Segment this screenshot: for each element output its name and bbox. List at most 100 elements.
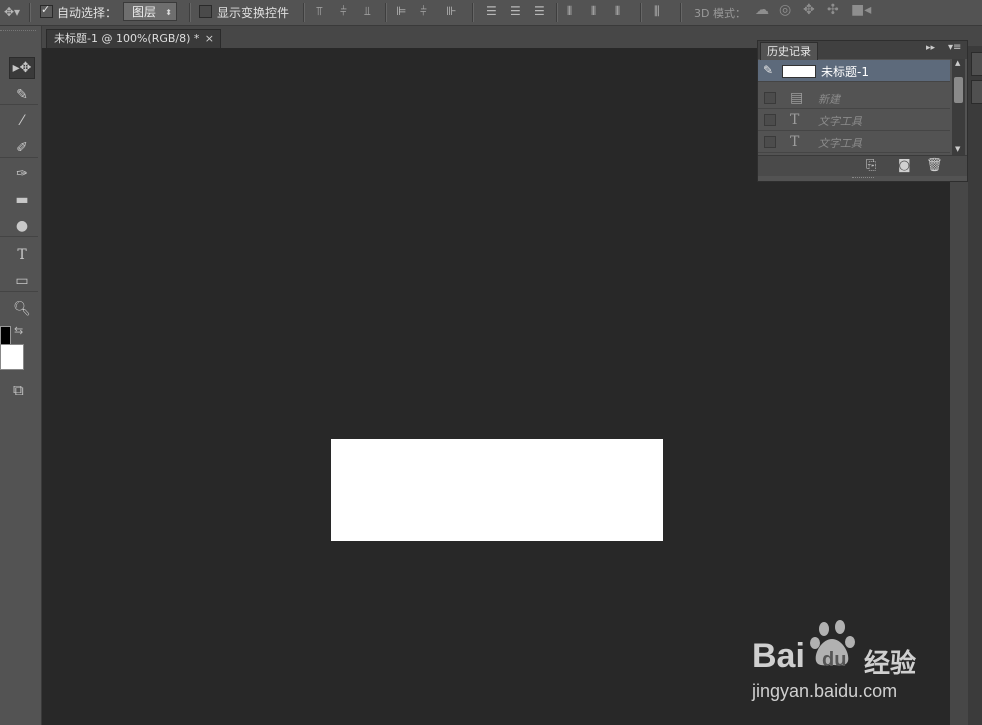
screen-mode-icon[interactable]: ⧉ — [13, 381, 24, 399]
zoom-tool[interactable]: 🔍︎ — [9, 298, 35, 320]
new-document-from-state-icon[interactable]: ⎘ — [866, 158, 876, 173]
distribute-left-icon[interactable]: ⫴ — [567, 4, 572, 18]
3d-roll-icon[interactable]: ◎ — [779, 3, 791, 17]
move-tool-icon: ▸✥ — [12, 60, 32, 76]
tools-panel: ▸✥ ✎ ⁄ ✐ ✑ ▬ ● T ▭ 🔍︎ ⇆ ⧉ — [0, 26, 42, 725]
divider — [303, 3, 305, 22]
3d-mode-label: 3D 模式： — [694, 7, 746, 20]
zoom-tool-icon: 🔍︎ — [13, 301, 31, 317]
move-tool-preset-icon[interactable]: ✥▾ — [4, 5, 20, 19]
history-brush-tool[interactable]: ✑ — [9, 163, 35, 185]
history-panel-header: 历史记录 ▸▸ ▾≡ — [758, 41, 967, 60]
checkmark-icon: ✓ — [41, 3, 51, 16]
align-vcenter-icon[interactable]: ⫩ — [340, 4, 347, 18]
tool-group-divider — [0, 291, 38, 292]
show-transform-checkbox[interactable] — [199, 5, 212, 18]
divider — [29, 3, 31, 22]
history-entry-row[interactable]: T 文字工具 — [758, 109, 950, 131]
scroll-up-icon[interactable]: ▲ — [955, 59, 960, 67]
watermark-url: jingyan.baidu.com — [752, 681, 898, 701]
history-source-checkbox[interactable] — [764, 114, 776, 126]
close-tab-icon[interactable]: × — [205, 30, 214, 48]
panel-grip[interactable] — [0, 30, 36, 34]
history-scrollbar[interactable]: ▲ ▼ — [952, 59, 965, 155]
3d-slide-icon[interactable]: ✣ — [827, 3, 839, 17]
brush-tool[interactable]: ✐ — [9, 137, 35, 159]
history-brush-tool-icon: ✑ — [16, 166, 28, 182]
distribute-hcenter-icon[interactable]: ⫴ — [591, 4, 596, 18]
layer-select[interactable]: 图层 ⬍ — [123, 2, 177, 21]
divider — [680, 3, 682, 22]
document-tab[interactable]: 未标题-1 @ 100%(RGB/8) * × — [46, 29, 221, 48]
move-tool[interactable]: ▸✥ — [9, 57, 35, 79]
background-color-swatch[interactable] — [0, 344, 24, 370]
panel-icon-button[interactable] — [971, 80, 982, 104]
brush-tool-icon: ✐ — [16, 140, 28, 156]
collapse-panel-icon[interactable]: ▸▸ — [926, 43, 935, 53]
show-transform-label: 显示变换控件 — [217, 6, 290, 20]
type-icon: T — [790, 112, 800, 128]
history-tab[interactable]: 历史记录 — [760, 42, 818, 60]
3d-pan-icon[interactable]: ✥ — [803, 3, 815, 17]
tool-group-divider — [0, 104, 38, 105]
divider — [189, 3, 191, 22]
baidu-jingyan-watermark: Bai du 经验 jingyan.baidu.com — [752, 615, 942, 705]
panel-icon-button[interactable] — [971, 52, 982, 76]
auto-align-icon[interactable]: ⫼ — [654, 4, 660, 18]
history-entry-label: 文字工具 — [818, 137, 862, 150]
snapshot-label: 未标题-1 — [821, 65, 869, 79]
layer-select-value: 图层 — [132, 5, 157, 19]
history-source-checkbox[interactable] — [764, 136, 776, 148]
divider — [640, 3, 642, 22]
tool-group-divider — [0, 236, 38, 237]
document-tab-title: 未标题-1 @ 100%(RGB/8) * — [54, 32, 200, 45]
quick-selection-tool-icon: ✎ — [16, 87, 28, 103]
watermark-brand: Bai — [752, 637, 805, 675]
eyedropper-tool[interactable]: ⁄ — [9, 110, 35, 132]
history-brush-source-icon[interactable]: ✎ — [763, 63, 773, 77]
updown-arrow-icon: ⬍ — [165, 8, 172, 17]
scrollbar-thumb[interactable] — [954, 77, 963, 103]
watermark-brand-suffix: du — [822, 649, 847, 671]
history-snapshot-row[interactable]: ✎ 未标题-1 — [758, 60, 950, 82]
history-entry-label: 新建 — [818, 93, 840, 106]
3d-scale-icon[interactable]: ■◂ — [851, 3, 871, 17]
tool-group-divider — [0, 157, 38, 158]
history-source-checkbox[interactable] — [764, 92, 776, 104]
dodge-tool[interactable]: ● — [9, 215, 35, 237]
distribute-bottom-icon[interactable]: ☰ — [534, 4, 545, 18]
swap-colors-icon[interactable]: ⇆ — [14, 324, 23, 337]
history-panel: 历史记录 ▸▸ ▾≡ ✎ 未标题-1 ▤ 新建 T 文字工具 T 文字工具 ▲ … — [757, 40, 968, 182]
distribute-right-icon[interactable]: ⫴ — [615, 4, 620, 18]
scroll-down-icon[interactable]: ▼ — [955, 145, 960, 153]
history-entry-row[interactable]: T 文字工具 — [758, 131, 950, 153]
quick-selection-tool[interactable]: ✎ — [9, 84, 35, 106]
auto-select-checkbox[interactable]: ✓ — [40, 3, 53, 18]
type-tool[interactable]: T — [9, 244, 35, 266]
align-bottom-icon[interactable]: ⫫ — [364, 4, 371, 18]
align-right-icon[interactable]: ⊪ — [446, 4, 456, 18]
gradient-tool-icon: ▬ — [15, 192, 29, 208]
watermark-product: 经验 — [864, 649, 917, 679]
camera-icon[interactable]: ◙ — [898, 158, 911, 173]
document-canvas[interactable] — [331, 439, 663, 541]
snapshot-thumbnail — [782, 65, 816, 78]
type-icon: T — [790, 134, 800, 150]
history-entry-row[interactable]: ▤ 新建 — [758, 87, 950, 109]
divider — [385, 3, 387, 22]
rectangle-tool[interactable]: ▭ — [9, 270, 35, 292]
trash-icon[interactable]: 🗑︎ — [926, 158, 943, 173]
distribute-vcenter-icon[interactable]: ☰ — [510, 4, 521, 18]
align-top-icon[interactable]: ⫪ — [316, 4, 323, 18]
align-hcenter-icon[interactable]: ⫩ — [420, 4, 427, 18]
align-left-icon[interactable]: ⊫ — [396, 4, 406, 18]
collapsed-panel-strip — [968, 46, 982, 725]
history-entry-label: 文字工具 — [818, 115, 862, 128]
panel-menu-icon[interactable]: ▾≡ — [948, 42, 961, 53]
rectangle-tool-icon: ▭ — [15, 273, 29, 289]
dodge-tool-icon: ● — [15, 218, 29, 234]
panel-resize-grip[interactable] — [852, 177, 874, 180]
3d-orbit-icon[interactable]: ☁ — [755, 3, 769, 17]
distribute-top-icon[interactable]: ☰ — [486, 4, 497, 18]
gradient-tool[interactable]: ▬ — [9, 189, 35, 211]
